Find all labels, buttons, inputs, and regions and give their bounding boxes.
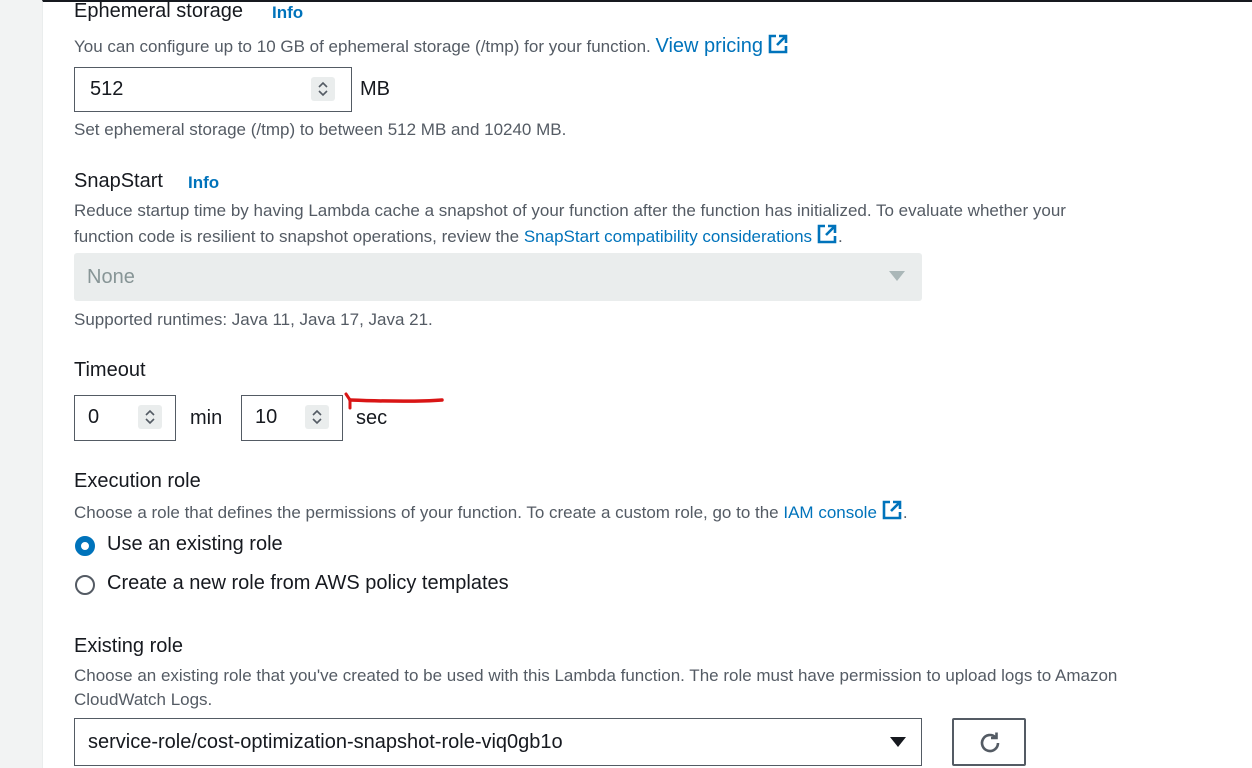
view-pricing-link[interactable]: View pricing [656,35,763,57]
ephemeral-info-link[interactable]: Info [272,3,303,23]
radio-new-role[interactable] [75,575,95,595]
snapstart-select-value: None [87,266,135,288]
execution-role-desc-text: Choose a role that defines the permissio… [74,503,779,522]
timeout-sec-value: 10 [255,406,278,428]
existing-role-label: Existing role [74,635,183,657]
existing-role-select[interactable]: service-role/cost-optimization-snapshot-… [74,718,922,766]
ephemeral-storage-input[interactable]: 512 [74,67,352,112]
snapstart-desc-line2: function code is resilient to snapshot o… [74,223,843,249]
snapstart-label: SnapStart [74,170,163,192]
timeout-label: Timeout [74,359,146,381]
radio-new-role-label[interactable]: Create a new role from AWS policy templa… [107,572,509,595]
ephemeral-description: You can configure up to 10 GB of ephemer… [74,33,789,59]
timeout-min-value: 0 [88,406,100,428]
external-link-icon[interactable] [767,33,789,55]
execution-role-description: Choose a role that defines the permissio… [74,499,908,525]
timeout-min-input[interactable]: 0 [74,395,176,441]
execution-role-desc-suffix: . [902,503,908,522]
annotation-arrow-icon [344,392,444,410]
snapstart-desc-suffix: . [838,227,843,246]
snapstart-info-link[interactable]: Info [188,173,219,193]
configuration-panel [42,0,1252,768]
external-link-icon[interactable] [816,223,838,245]
execution-role-label: Execution role [74,470,201,492]
snapstart-compat-link[interactable]: SnapStart compatibility considerations [524,227,812,246]
timeout-sec-input[interactable]: 10 [241,395,343,441]
radio-existing-role-label[interactable]: Use an existing role [107,533,283,556]
refresh-button[interactable] [952,718,1026,766]
existing-role-desc-line2: CloudWatch Logs. [74,690,213,709]
external-link-icon[interactable] [881,499,903,521]
iam-console-link[interactable]: IAM console [783,503,877,522]
radio-existing-role[interactable] [75,536,95,556]
timeout-min-unit: min [190,407,223,429]
snapstart-hint: Supported runtimes: Java 11, Java 17, Ja… [74,310,433,329]
caret-down-icon [889,271,905,281]
ephemeral-hint: Set ephemeral storage (/tmp) to between … [74,120,567,139]
existing-role-select-value: service-role/cost-optimization-snapshot-… [88,731,563,753]
up-down-spinner-icon[interactable] [305,405,329,429]
snapstart-select: None [74,253,922,301]
ephemeral-storage-label: Ephemeral storage [74,0,243,22]
up-down-spinner-icon[interactable] [138,405,162,429]
snapstart-desc-prefix: function code is resilient to snapshot o… [74,227,520,246]
ephemeral-unit: MB [360,78,390,100]
ephemeral-storage-value: 512 [90,78,124,100]
ephemeral-desc-text: You can configure up to 10 GB of ephemer… [74,37,651,56]
refresh-icon [980,732,1000,753]
existing-role-desc-line1: Choose an existing role that you've crea… [74,666,1118,685]
up-down-spinner-icon[interactable] [311,77,335,101]
caret-down-icon [890,737,906,747]
snapstart-desc-line1: Reduce startup time by having Lambda cac… [74,201,1066,220]
